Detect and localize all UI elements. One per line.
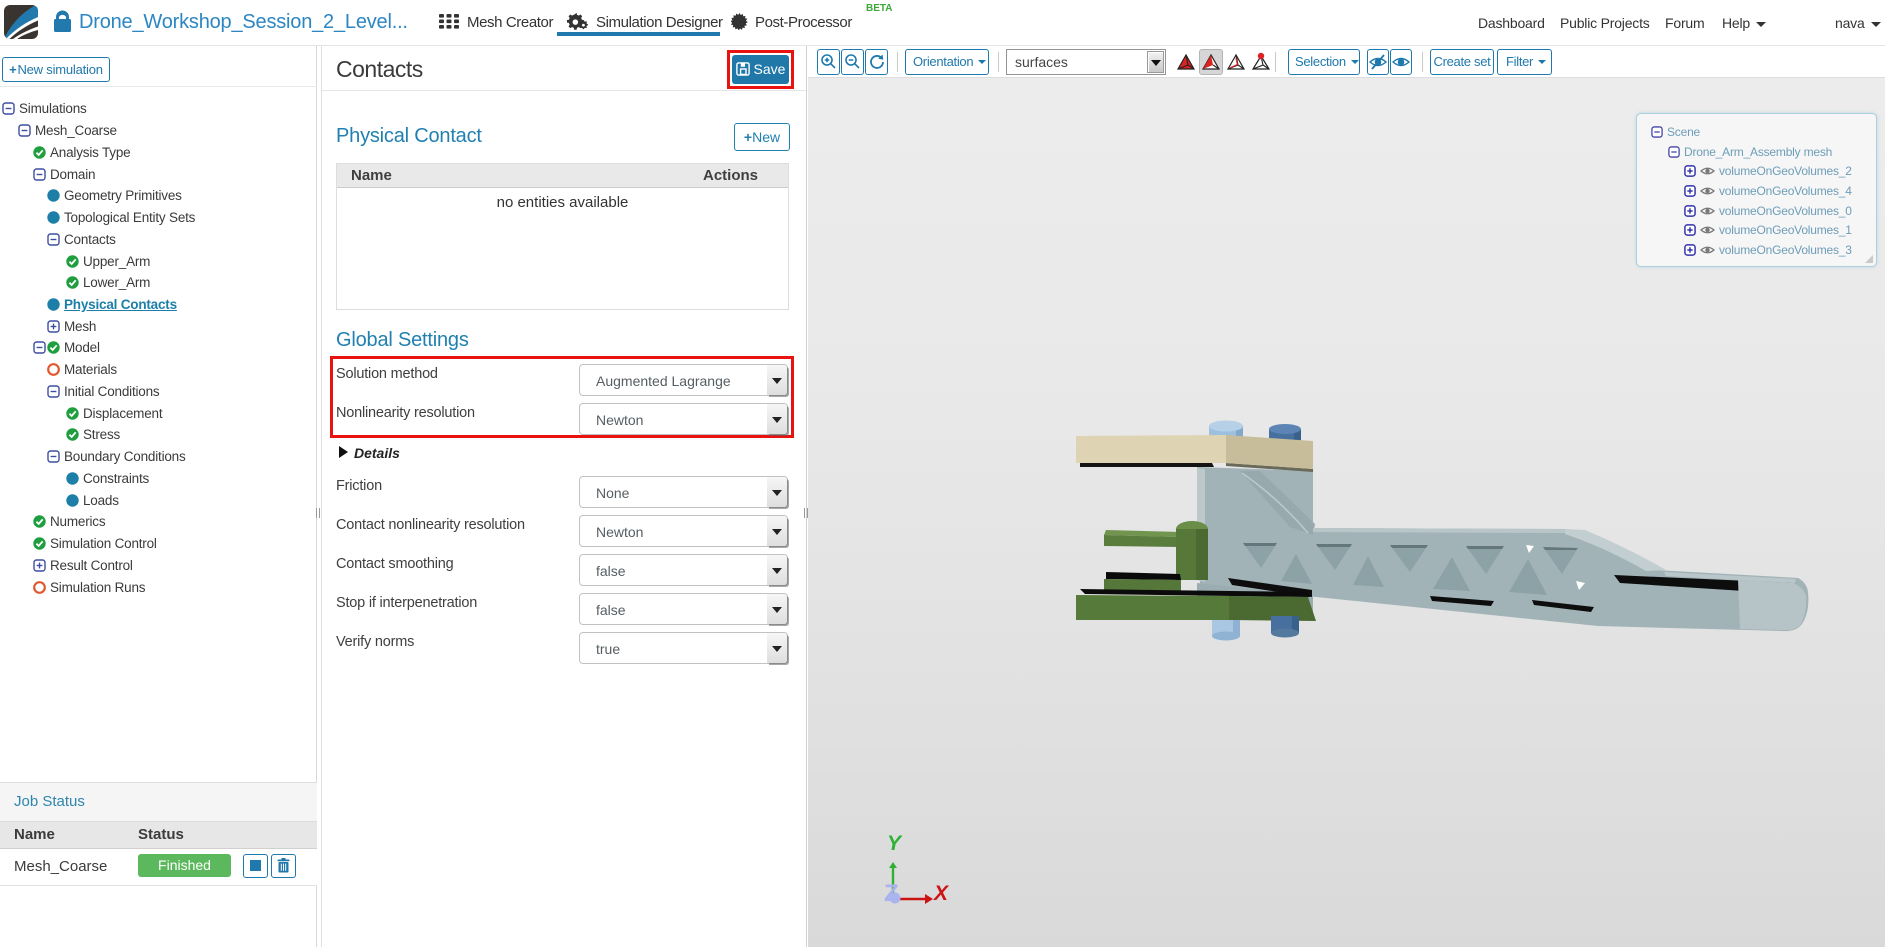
svg-text:X: X [933, 882, 950, 905]
svg-text:Y: Y [887, 832, 903, 855]
svg-text:Z: Z [884, 880, 899, 907]
